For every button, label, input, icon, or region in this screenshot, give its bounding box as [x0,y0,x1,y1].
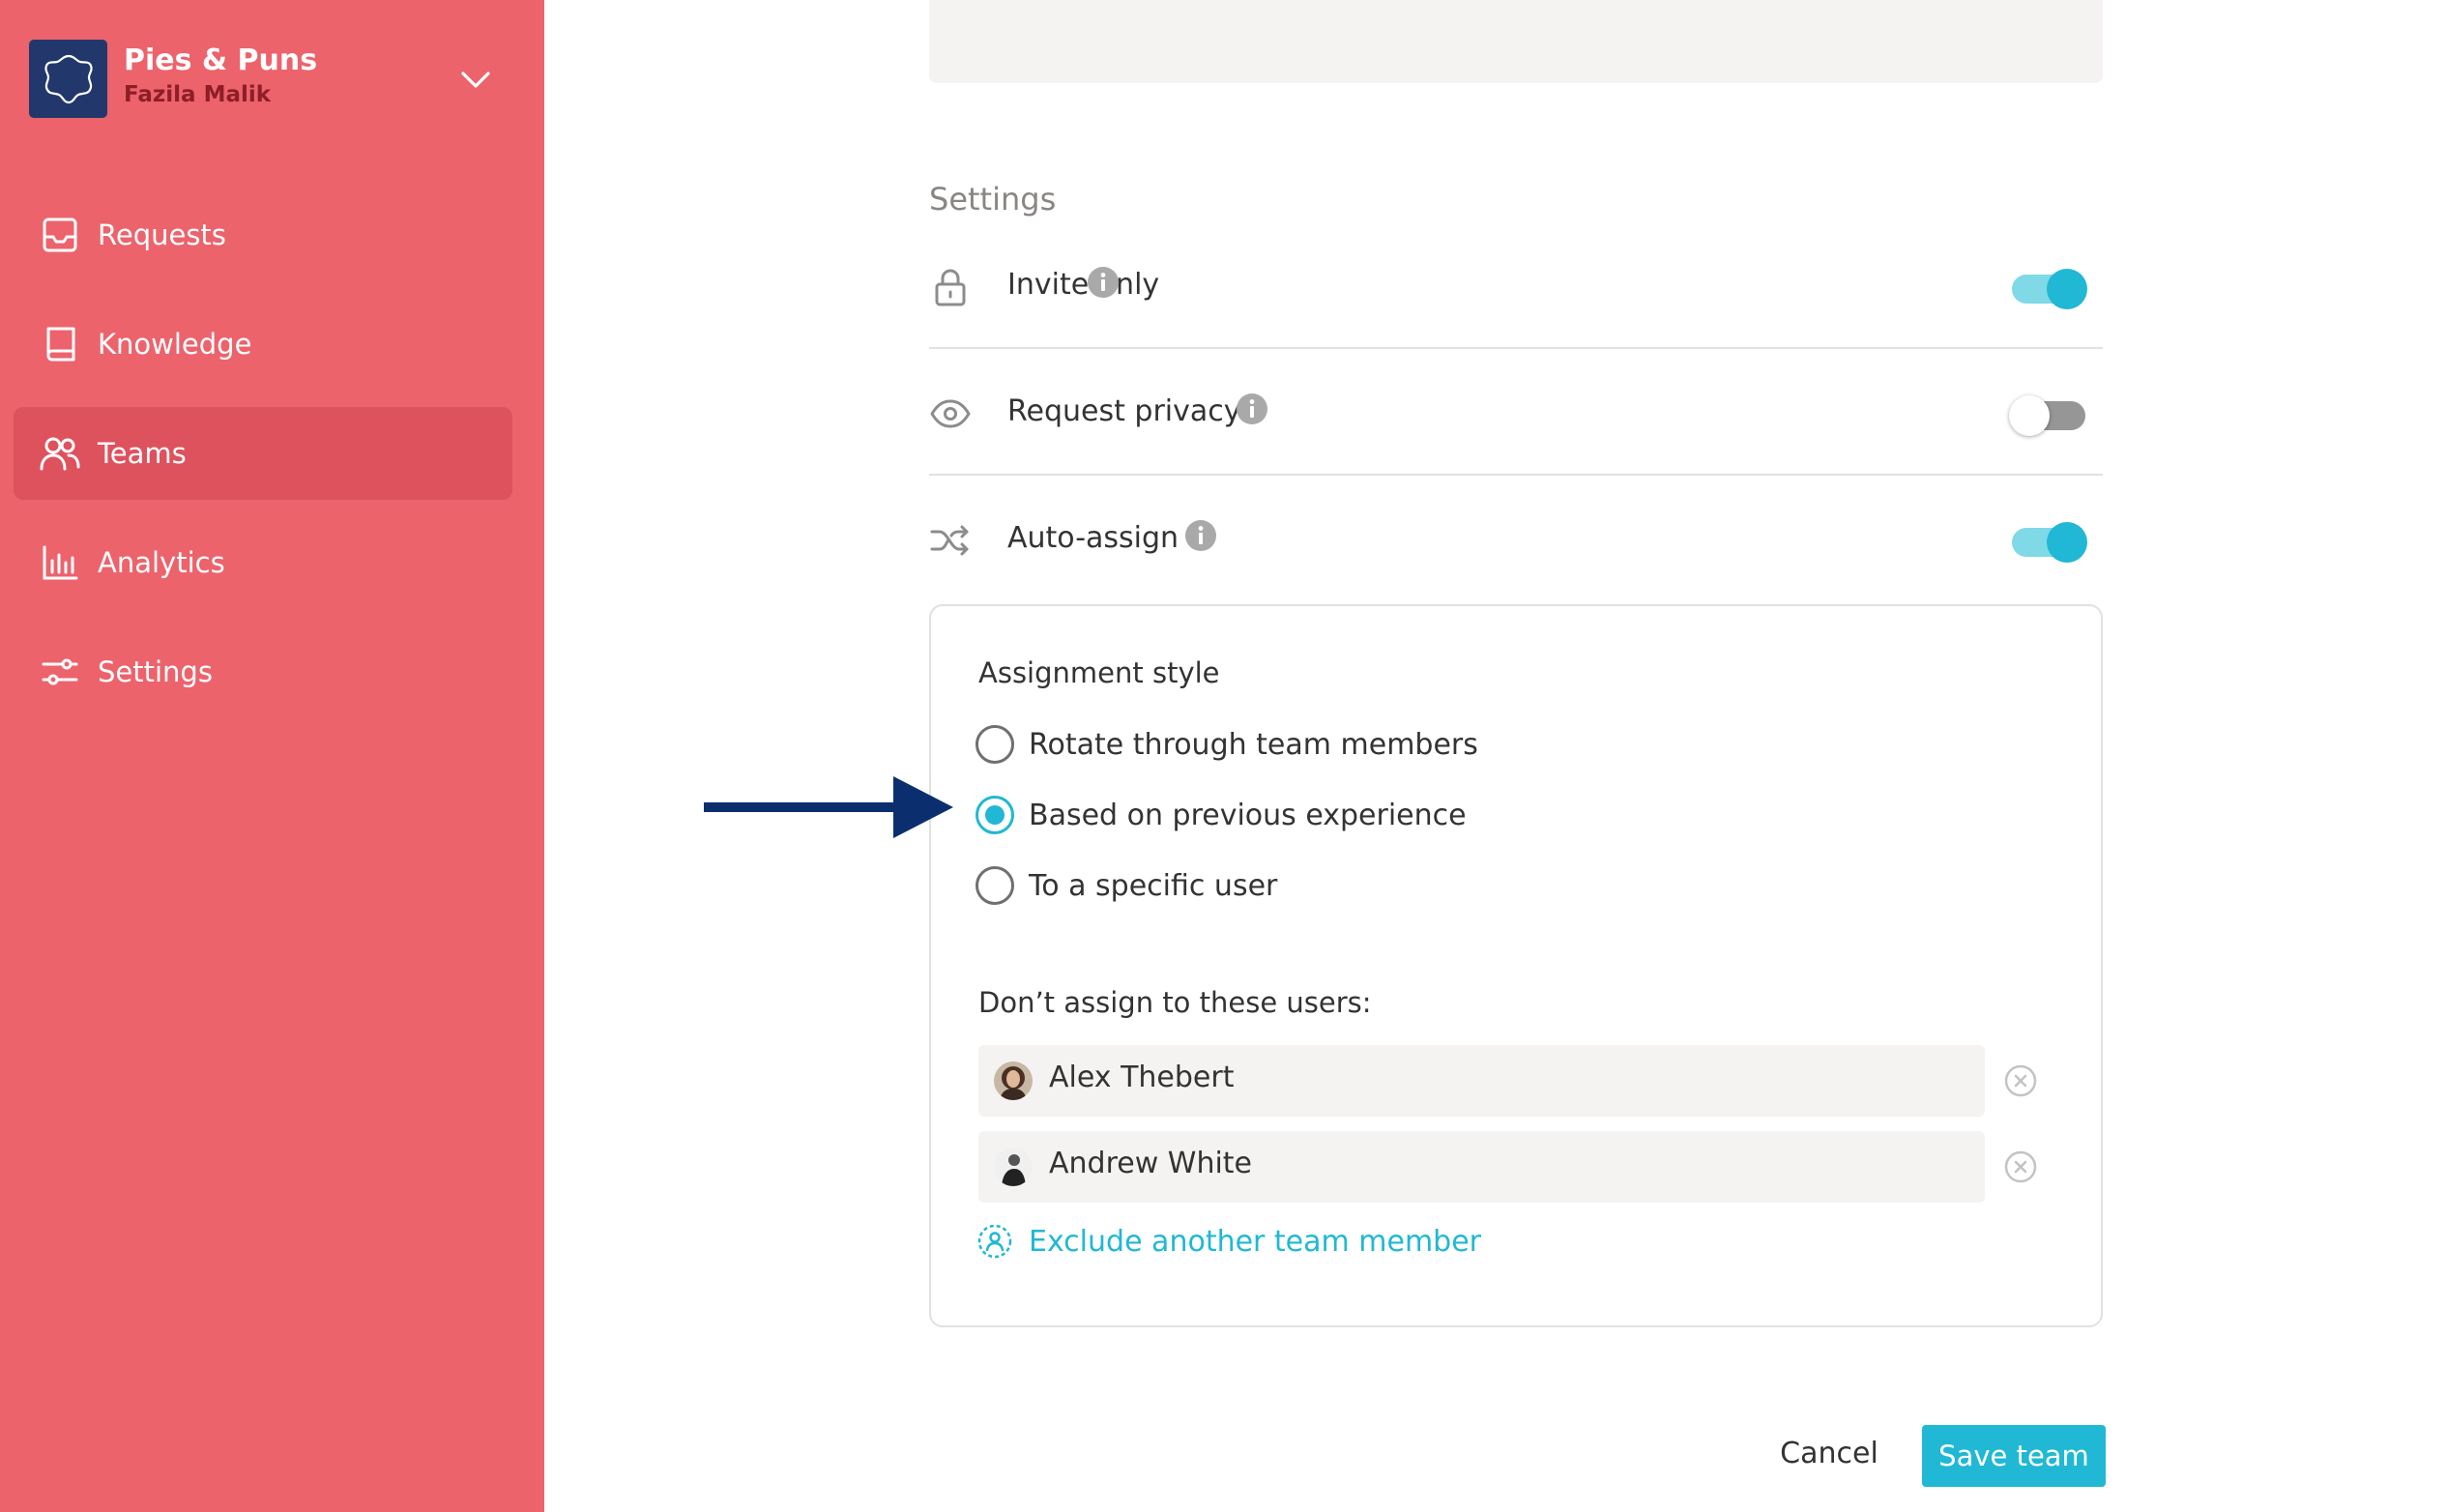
setting-label: Invite only [1007,268,1160,302]
sidebar-item-teams[interactable]: Teams [14,407,512,500]
sliders-icon [39,651,81,693]
info-icon[interactable] [1184,519,1217,552]
sidebar-item-label: Settings [98,655,213,688]
workspace-user: Fazila Malik [124,82,272,107]
radio-option-experience[interactable]: Based on previous experience [975,793,1467,837]
radio-button[interactable] [975,796,1014,834]
excluded-user-row: Alex Thebert [978,1045,1985,1117]
setting-request-privacy: Request privacy [929,350,2103,476]
sidebar-item-settings[interactable]: Settings [14,625,512,718]
radio-dot [985,805,1005,825]
user-name: Andrew White [1049,1147,1253,1180]
setting-invite-only: Invite only [929,223,2103,349]
shuffle-icon [929,519,972,562]
save-team-button[interactable]: Save team [1922,1425,2106,1487]
users-icon [39,432,81,475]
assignment-style-title: Assignment style [978,656,1220,689]
inbox-icon [39,214,81,256]
setting-auto-assign: Auto-assign [929,477,2103,602]
sidebar-item-analytics[interactable]: Analytics [14,516,512,609]
user-name: Alex Thebert [1049,1061,1235,1094]
radio-button[interactable] [975,725,1014,764]
info-icon[interactable] [1087,266,1120,299]
exclude-users-title: Don’t assign to these users: [978,986,1372,1019]
annotation-arrow-icon [704,776,953,838]
exclude-link-label: Exclude another team member [1029,1224,1482,1259]
setting-label: Auto-assign [1007,521,1179,555]
radio-label: Rotate through team members [1029,727,1478,762]
eye-icon [929,393,972,435]
auto-assign-toggle[interactable] [2012,522,2087,563]
info-icon[interactable] [1236,393,1268,425]
sidebar-nav: Requests Knowledge Teams Analytics Setti… [14,189,512,735]
bar-chart-icon [39,541,81,584]
radio-label: To a specific user [1029,868,1278,903]
settings-section-title: Settings [929,181,1057,218]
invite-only-toggle[interactable] [2012,269,2087,309]
radio-option-rotate[interactable]: Rotate through team members [975,722,1478,767]
sidebar-item-label: Analytics [98,546,225,579]
flower-badge-icon [29,40,107,118]
sidebar: Pies & Puns Fazila Malik Requests Knowle… [0,0,544,1512]
avatar [994,1061,1033,1100]
toggle-knob [2047,269,2087,309]
sidebar-item-label: Requests [98,218,226,251]
book-icon [39,323,81,365]
add-user-icon [975,1222,1014,1261]
sidebar-item-label: Knowledge [98,328,252,361]
sidebar-item-requests[interactable]: Requests [14,189,512,281]
toggle-knob [2009,395,2050,436]
request-privacy-toggle[interactable] [2009,395,2085,436]
excluded-user-row: Andrew White [978,1131,1985,1203]
sidebar-item-label: Teams [98,437,187,470]
workspace-switcher[interactable]: Pies & Puns Fazila Malik [29,40,512,119]
exclude-another-member-link[interactable]: Exclude another team member [975,1220,1481,1263]
avatar [994,1148,1033,1186]
remove-user-icon[interactable] [2004,1150,2037,1183]
workspace-name: Pies & Puns [124,44,318,77]
radio-button[interactable] [975,866,1014,905]
toggle-knob [2047,522,2087,563]
radio-option-specific-user[interactable]: To a specific user [975,863,1277,908]
lock-icon [929,266,972,308]
radio-label: Based on previous experience [1029,798,1467,832]
description-field[interactable] [929,0,2103,83]
chevron-down-icon[interactable] [456,65,495,96]
setting-label: Request privacy [1007,394,1241,428]
remove-user-icon[interactable] [2004,1064,2037,1097]
cancel-button[interactable]: Cancel [1771,1423,1887,1483]
sidebar-item-knowledge[interactable]: Knowledge [14,298,512,391]
assignment-panel: Assignment style Rotate through team mem… [929,604,2103,1327]
